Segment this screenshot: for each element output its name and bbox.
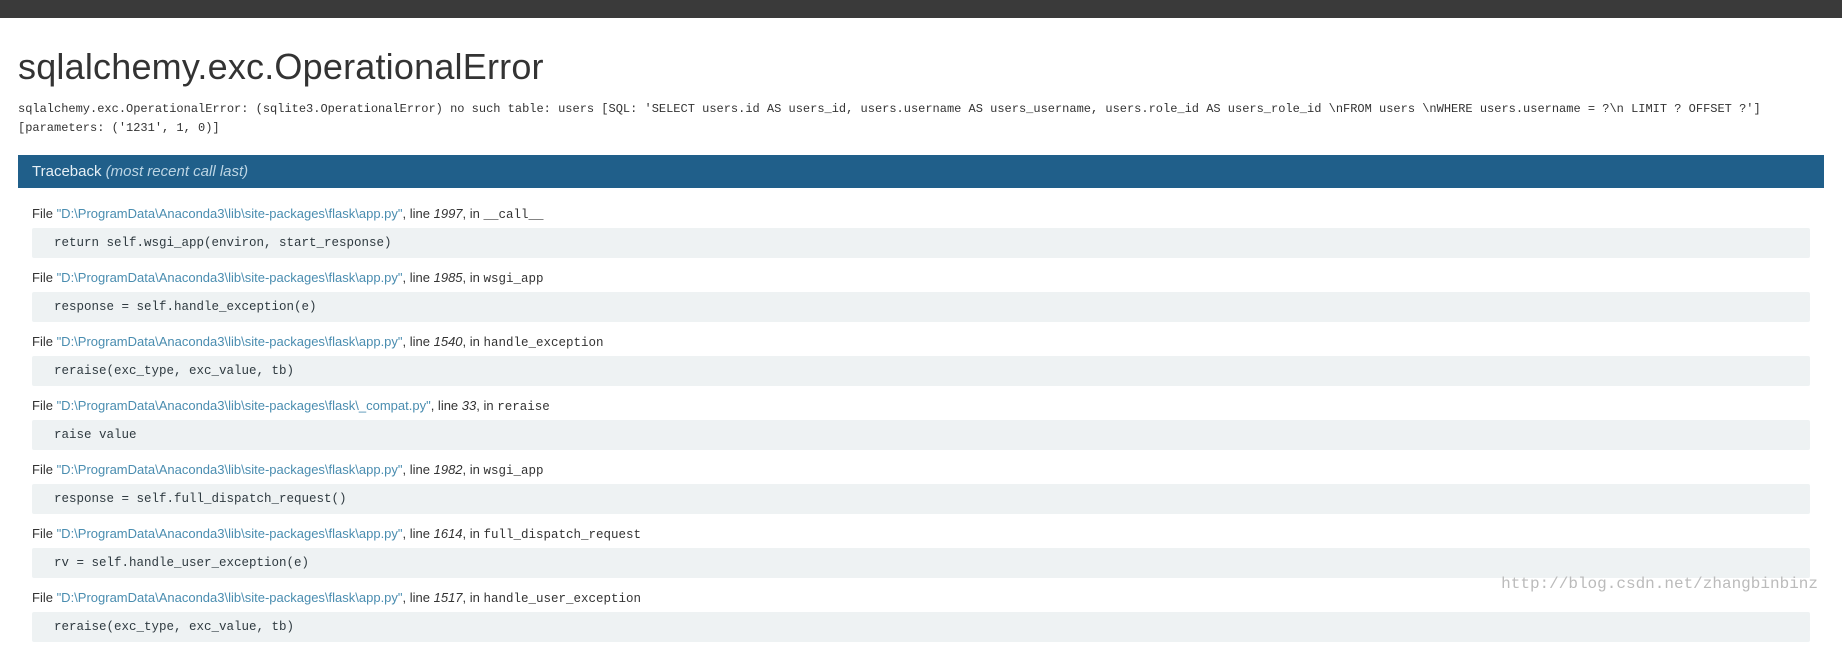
line-label: , line bbox=[403, 334, 434, 349]
function-name: handle_user_exception bbox=[484, 592, 642, 606]
code-line[interactable]: response = self.full_dispatch_request() bbox=[32, 484, 1810, 514]
file-label: File bbox=[32, 398, 57, 413]
traceback-frame[interactable]: File "D:\ProgramData\Anaconda3\lib\site-… bbox=[18, 264, 1824, 322]
traceback-frame[interactable]: File "D:\ProgramData\Anaconda3\lib\site-… bbox=[18, 392, 1824, 450]
file-label: File bbox=[32, 334, 57, 349]
code-line[interactable]: reraise(exc_type, exc_value, tb) bbox=[32, 356, 1810, 386]
code-line[interactable]: response = self.handle_exception(e) bbox=[32, 292, 1810, 322]
file-path-link[interactable]: "D:\ProgramData\Anaconda3\lib\site-packa… bbox=[57, 462, 403, 477]
file-path-link[interactable]: "D:\ProgramData\Anaconda3\lib\site-packa… bbox=[57, 526, 403, 541]
frame-location[interactable]: File "D:\ProgramData\Anaconda3\lib\site-… bbox=[18, 200, 1824, 228]
frame-location[interactable]: File "D:\ProgramData\Anaconda3\lib\site-… bbox=[18, 392, 1824, 420]
line-label: , line bbox=[403, 526, 434, 541]
line-number: 1614 bbox=[434, 526, 463, 541]
line-number: 1982 bbox=[434, 462, 463, 477]
traceback-frame[interactable]: File "D:\ProgramData\Anaconda3\lib\site-… bbox=[18, 200, 1824, 258]
line-number: 1517 bbox=[434, 590, 463, 605]
error-page: sqlalchemy.exc.OperationalError sqlalche… bbox=[0, 18, 1842, 642]
function-name: wsgi_app bbox=[484, 272, 544, 286]
file-path-link[interactable]: "D:\ProgramData\Anaconda3\lib\site-packa… bbox=[57, 270, 403, 285]
error-title: sqlalchemy.exc.OperationalError bbox=[18, 46, 1824, 88]
function-name: __call__ bbox=[484, 208, 544, 222]
traceback-label: Traceback bbox=[32, 163, 106, 180]
code-line[interactable]: return self.wsgi_app(environ, start_resp… bbox=[32, 228, 1810, 258]
function-name: handle_exception bbox=[484, 336, 604, 350]
line-label: , line bbox=[403, 462, 434, 477]
in-label: , in bbox=[463, 206, 484, 221]
in-label: , in bbox=[463, 270, 484, 285]
error-description: sqlalchemy.exc.OperationalError: (sqlite… bbox=[18, 100, 1824, 137]
code-line[interactable]: rv = self.handle_user_exception(e) bbox=[32, 548, 1810, 578]
window-titlebar bbox=[0, 0, 1842, 18]
file-path-link[interactable]: "D:\ProgramData\Anaconda3\lib\site-packa… bbox=[57, 206, 403, 221]
file-label: File bbox=[32, 206, 57, 221]
traceback-frame[interactable]: File "D:\ProgramData\Anaconda3\lib\site-… bbox=[18, 520, 1824, 578]
line-label: , line bbox=[431, 398, 462, 413]
in-label: , in bbox=[463, 590, 484, 605]
function-name: reraise bbox=[497, 400, 550, 414]
traceback-frame[interactable]: File "D:\ProgramData\Anaconda3\lib\site-… bbox=[18, 328, 1824, 386]
traceback-header: Traceback (most recent call last) bbox=[18, 155, 1824, 188]
function-name: wsgi_app bbox=[484, 464, 544, 478]
in-label: , in bbox=[476, 398, 497, 413]
file-path-link[interactable]: "D:\ProgramData\Anaconda3\lib\site-packa… bbox=[57, 590, 403, 605]
function-name: full_dispatch_request bbox=[484, 528, 642, 542]
file-label: File bbox=[32, 462, 57, 477]
code-line[interactable]: raise value bbox=[32, 420, 1810, 450]
line-number: 1997 bbox=[434, 206, 463, 221]
frame-location[interactable]: File "D:\ProgramData\Anaconda3\lib\site-… bbox=[18, 264, 1824, 292]
in-label: , in bbox=[463, 526, 484, 541]
line-number: 33 bbox=[462, 398, 476, 413]
frame-location[interactable]: File "D:\ProgramData\Anaconda3\lib\site-… bbox=[18, 520, 1824, 548]
in-label: , in bbox=[463, 334, 484, 349]
traceback-suffix: (most recent call last) bbox=[106, 163, 249, 180]
file-label: File bbox=[32, 526, 57, 541]
line-number: 1540 bbox=[434, 334, 463, 349]
watermark: http://blog.csdn.net/zhangbinbinz bbox=[1501, 575, 1818, 593]
file-label: File bbox=[32, 270, 57, 285]
line-label: , line bbox=[403, 206, 434, 221]
traceback-frame[interactable]: File "D:\ProgramData\Anaconda3\lib\site-… bbox=[18, 456, 1824, 514]
frame-location[interactable]: File "D:\ProgramData\Anaconda3\lib\site-… bbox=[18, 328, 1824, 356]
code-line[interactable]: reraise(exc_type, exc_value, tb) bbox=[32, 612, 1810, 642]
frame-location[interactable]: File "D:\ProgramData\Anaconda3\lib\site-… bbox=[18, 456, 1824, 484]
line-label: , line bbox=[403, 270, 434, 285]
file-label: File bbox=[32, 590, 57, 605]
line-number: 1985 bbox=[434, 270, 463, 285]
file-path-link[interactable]: "D:\ProgramData\Anaconda3\lib\site-packa… bbox=[57, 398, 431, 413]
file-path-link[interactable]: "D:\ProgramData\Anaconda3\lib\site-packa… bbox=[57, 334, 403, 349]
in-label: , in bbox=[463, 462, 484, 477]
line-label: , line bbox=[403, 590, 434, 605]
